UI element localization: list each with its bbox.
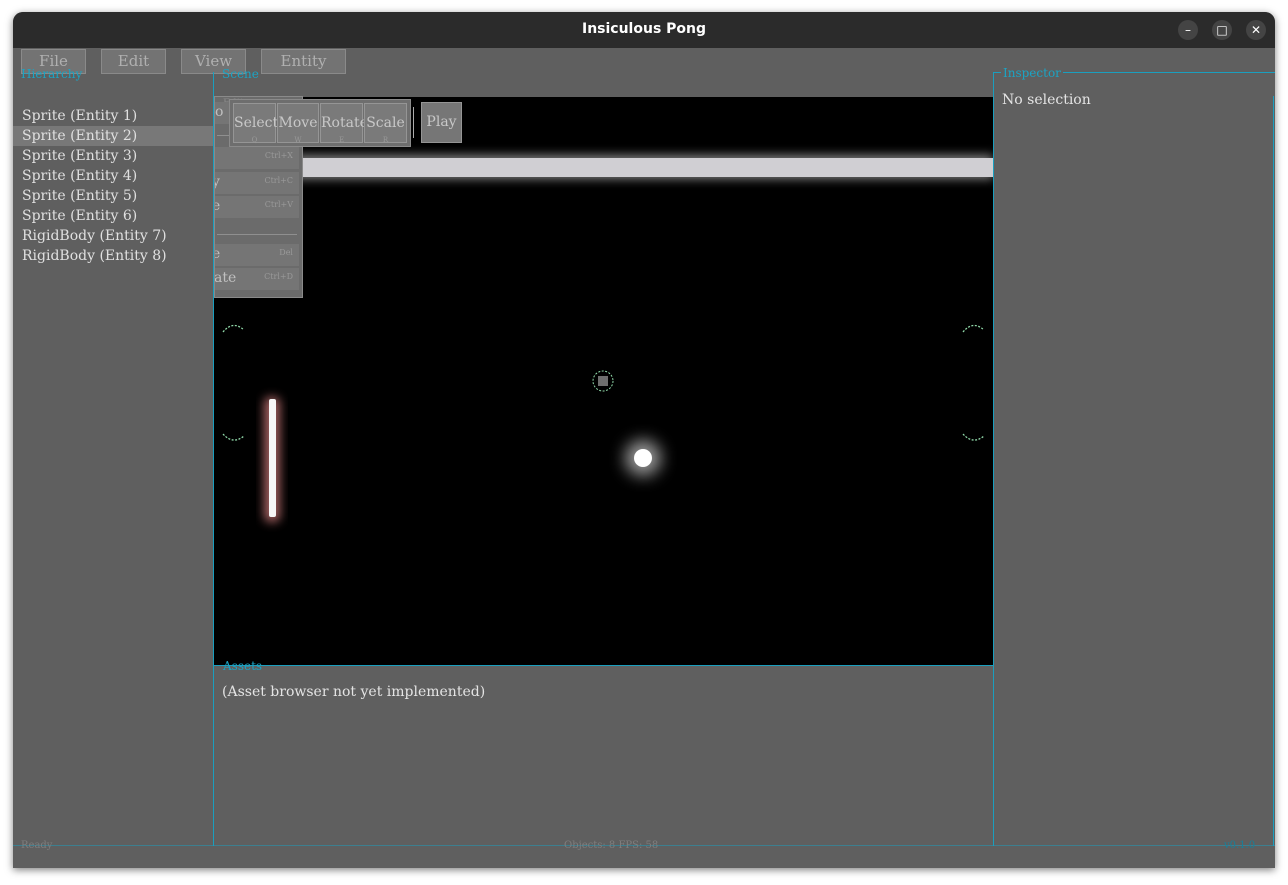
menu-edit[interactable]: Edit <box>101 49 166 74</box>
dropdown-item-delete[interactable]: eDel <box>215 244 299 266</box>
assets-placeholder: (Asset browser not yet implemented) <box>222 684 486 700</box>
tool-move-button[interactable]: Move W <box>277 103 319 144</box>
inspector-title: Inspector <box>1001 66 1063 80</box>
dropdown-item-paste[interactable]: eCtrl+V <box>215 196 299 218</box>
assets-title: Assets <box>223 659 263 673</box>
hierarchy-item[interactable]: Sprite (Entity 3) <box>22 146 137 166</box>
left-paddle-sprite[interactable] <box>269 399 276 517</box>
hierarchy-item-selected[interactable]: Sprite (Entity 2) <box>22 126 137 146</box>
hierarchy-item[interactable]: Sprite (Entity 5) <box>22 186 137 206</box>
window-title: Insiculous Pong <box>581 21 707 37</box>
tool-scale-button[interactable]: Scale R <box>364 103 407 144</box>
status-left: Ready <box>21 840 53 851</box>
transform-tool-group: Select Q Move W Rotate E Scale R <box>229 99 411 147</box>
dropdown-separator <box>217 234 297 235</box>
inspector-empty-text: No selection <box>1002 92 1091 108</box>
dropdown-item-cut[interactable]: Ctrl+X <box>215 147 299 169</box>
title-bar: Insiculous Pong – □ ✕ <box>13 12 1275 48</box>
inspector-right-border <box>1273 96 1274 846</box>
hierarchy-item[interactable]: RigidBody (Entity 7) <box>22 226 167 246</box>
collider-marker <box>222 324 245 333</box>
tool-select-button[interactable]: Select Q <box>233 103 278 144</box>
scene-canvas[interactable] <box>214 97 993 665</box>
dropdown-item-copy[interactable]: yCtrl+C <box>215 172 299 194</box>
close-button[interactable]: ✕ <box>1246 20 1266 40</box>
hierarchy-title: Hierarchy <box>21 67 83 81</box>
tool-rotate-button[interactable]: Rotate E <box>320 103 368 144</box>
maximize-button[interactable]: □ <box>1212 20 1232 40</box>
menu-entity[interactable]: Entity <box>261 49 346 74</box>
app-window: Insiculous Pong – □ ✕ File Edit View Ent… <box>13 12 1275 868</box>
dropdown-item-duplicate[interactable]: ate Ctrl+D <box>215 268 299 290</box>
play-button[interactable]: Play <box>421 102 462 143</box>
scene-viewport[interactable] <box>214 97 993 665</box>
status-version: v0.1.0 <box>1224 840 1256 851</box>
collider-marker <box>962 433 985 441</box>
minimize-button[interactable]: – <box>1178 20 1198 40</box>
assets-top-line <box>213 665 993 666</box>
status-center: Objects: 8 FPS: 58 <box>564 840 659 851</box>
hierarchy-item[interactable]: RigidBody (Entity 8) <box>22 246 167 266</box>
hierarchy-item[interactable]: Sprite (Entity 1) <box>22 106 137 126</box>
toolbar-separator <box>413 107 414 138</box>
ball-sprite[interactable] <box>634 449 652 467</box>
inspector-divider[interactable] <box>993 72 994 846</box>
gizmo-center-handle[interactable] <box>598 376 608 386</box>
scene-title: Scene <box>222 67 259 81</box>
collider-marker <box>222 433 245 441</box>
hierarchy-item[interactable]: Sprite (Entity 4) <box>22 166 137 186</box>
collider-marker <box>962 324 985 333</box>
top-wall-sprite[interactable] <box>294 158 993 177</box>
hierarchy-item[interactable]: Sprite (Entity 6) <box>22 206 137 226</box>
